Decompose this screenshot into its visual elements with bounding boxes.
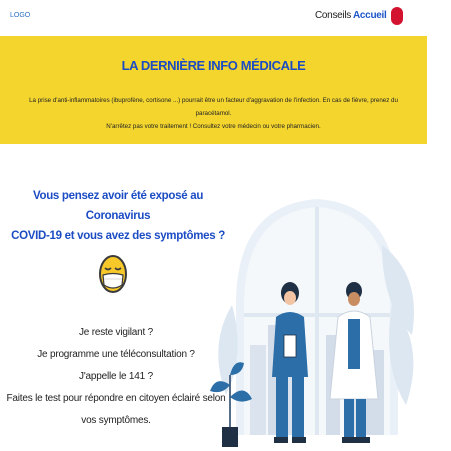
nav-link-conseils[interactable]: Conseils — [315, 10, 351, 21]
doctors-illustration-icon — [206, 185, 428, 451]
logo[interactable]: LOGO — [10, 12, 30, 19]
steps-list: Je reste vigilant ? Je programme une tél… — [6, 322, 226, 432]
banner-text-line-2: N'arrêtez pas votre traitement ! Consult… — [106, 123, 321, 130]
banner-text-line-1: La prise d'anti-inflammatoires (ibuprofè… — [29, 97, 398, 117]
masked-face-icon — [98, 253, 128, 300]
step-item: Je programme une téléconsultation ? — [37, 349, 195, 360]
hero-question-line-2: COVID-19 et vous avez des symptômes ? — [11, 230, 225, 242]
banner-text: La prise d'anti-inflammatoires (ibuprofè… — [20, 94, 407, 133]
step-item: vos symptômes. — [81, 415, 151, 426]
hero-question: Vous pensez avoir été exposé au Coronavi… — [8, 186, 228, 246]
hero-question-line-1: Vous pensez avoir été exposé au Coronavi… — [32, 190, 204, 222]
header: LOGO Conseils Accueil — [0, 0, 427, 36]
language-flag-icon[interactable] — [391, 7, 403, 25]
banner-title: LA DERNIÈRE INFO MÉDICALE — [121, 58, 306, 73]
step-item: Faites le test pour répondre en citoyen … — [6, 393, 226, 404]
step-item: Je reste vigilant ? — [78, 327, 154, 338]
info-banner: LA DERNIÈRE INFO MÉDICALE La prise d'ant… — [0, 36, 427, 144]
nav-link-accueil[interactable]: Accueil — [353, 10, 387, 21]
step-item: J'appelle le 141 ? — [79, 371, 153, 382]
